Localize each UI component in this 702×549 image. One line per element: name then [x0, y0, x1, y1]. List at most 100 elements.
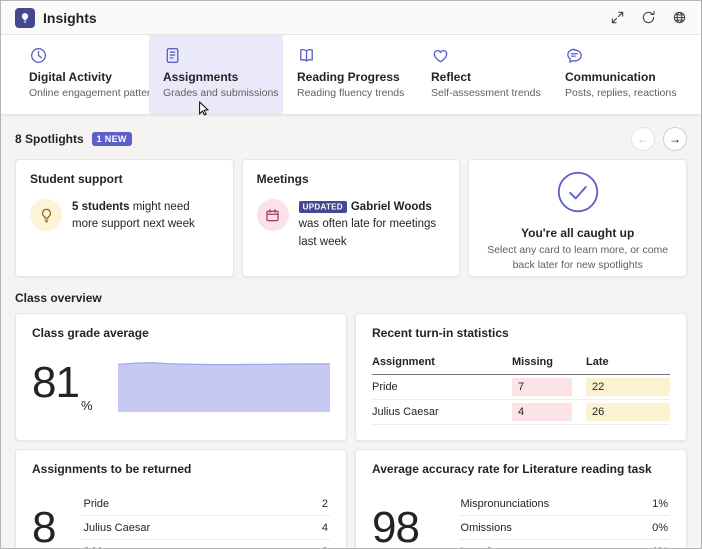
grade-average-value: 81 — [32, 358, 80, 407]
list-item: Pride 2 — [81, 492, 330, 516]
app-header: Insights — [1, 1, 701, 35]
to-be-returned-card[interactable]: Assignments to be returned 8 Pride 2 Jul… — [15, 449, 347, 549]
col-assignment: Assignment — [372, 356, 435, 368]
tab-subtitle: Posts, replies, reactions — [565, 87, 677, 99]
tab-communication[interactable]: Communication Posts, replies, reactions — [551, 35, 685, 114]
table-row: Pride 7 22 — [372, 375, 670, 400]
caught-up-subtitle: Select any card to learn more, or come b… — [487, 244, 669, 272]
highlight-text: Gabriel Woods — [350, 201, 432, 213]
heart-icon — [431, 46, 537, 65]
accuracy-rate-card[interactable]: Average accuracy rate for Literature rea… — [355, 449, 687, 549]
new-badge: 1 NEW — [91, 132, 132, 146]
card-title: Class grade average — [32, 326, 149, 340]
card-text: 5 students might need more support next … — [72, 199, 219, 234]
insights-window: Insights Digital Activity Online engagem… — [0, 0, 702, 549]
calendar-icon — [266, 208, 279, 221]
spotlight-card-caught-up[interactable]: You're all caught up Select any card to … — [468, 159, 688, 277]
table-header: Assignment Missing Late — [372, 350, 670, 375]
card-title: Recent turn-in statistics — [372, 326, 509, 340]
grade-average-card[interactable]: Class grade average 81 % — [15, 313, 347, 441]
item-label: Pride — [83, 497, 110, 510]
list-item: Julius Caesar 4 — [81, 516, 330, 540]
insights-app-icon — [15, 7, 35, 28]
overview-grid: Class grade average 81 % Recent turn-in … — [15, 313, 687, 549]
accuracy-list: Mispronunciations 1% Omissions 0% Insert… — [458, 492, 670, 549]
tab-label: Reading Progress — [297, 70, 400, 84]
caught-up-title: You're all caught up — [521, 226, 635, 240]
item-label: Insertions — [461, 546, 509, 549]
card-text: UPDATED Gabriel Woods was often late for … — [298, 199, 446, 251]
assignment-name: Julius Caesar — [372, 406, 439, 418]
item-label: 2 More — [83, 546, 117, 549]
assignment-name: Pride — [372, 381, 398, 393]
tab-label: Reflect — [431, 70, 472, 84]
item-value: 4 — [321, 521, 328, 534]
turn-in-stats-card[interactable]: Recent turn-in statistics Assignment Mis… — [355, 313, 687, 441]
tab-digital-activity[interactable]: Digital Activity Online engagement patte… — [15, 35, 162, 114]
next-arrow-icon[interactable]: → — [663, 127, 687, 151]
turn-in-table: Assignment Missing Late Pride 7 22 Juliu… — [372, 350, 670, 425]
missing-count: 4 — [512, 403, 572, 421]
item-value: 2 — [322, 546, 328, 549]
tab-reflect[interactable]: Reflect Self-assessment trends — [417, 35, 551, 114]
item-value: 0% — [652, 521, 668, 534]
notebook-icon — [163, 46, 269, 65]
item-label: Julius Caesar — [83, 521, 151, 534]
late-count: 26 — [586, 403, 670, 421]
card-body: 81 % — [32, 344, 330, 422]
list-item: 2 More 2 — [81, 540, 330, 549]
tab-subtitle: Grades and submissions — [163, 87, 279, 99]
list-item: Mispronunciations 1% — [458, 492, 670, 516]
spotlight-card-meetings[interactable]: Meetings UPDATED Gabriel Woods was often … — [241, 159, 461, 277]
tab-subtitle: Online engagement patterns — [29, 87, 162, 99]
late-count: 22 — [586, 378, 670, 396]
tab-label: Assignments — [163, 70, 239, 84]
tab-label: Digital Activity — [29, 70, 112, 84]
tab-reading-progress[interactable]: Reading Progress Reading fluency trends — [283, 35, 417, 114]
tab-label: Communication — [565, 70, 656, 84]
card-body: UPDATED Gabriel Woods was often late for … — [256, 199, 446, 251]
prev-arrow-icon[interactable]: ← — [631, 127, 655, 151]
to-be-returned-list: Pride 2 Julius Caesar 4 2 More 2 — [81, 492, 330, 549]
list-item: Omissions 0% — [458, 516, 670, 540]
card-title: Meetings — [256, 172, 309, 186]
card-title: Assignments to be returned — [32, 462, 192, 476]
item-label: Omissions — [460, 521, 512, 534]
spotlight-cards: Student support 5 students might need mo… — [15, 159, 688, 277]
table-row: Julius Caesar 4 26 — [372, 400, 670, 425]
card-title: Average accuracy rate for Literature rea… — [372, 462, 652, 476]
page-title: Insights — [43, 9, 97, 26]
item-value: 1% — [652, 546, 668, 549]
tab-assignments[interactable]: Assignments Grades and submissions — [149, 35, 283, 114]
clock-icon — [29, 46, 135, 65]
globe-icon[interactable] — [671, 10, 687, 26]
lightbulb-icon — [41, 208, 51, 222]
col-missing: Missing — [512, 356, 553, 368]
col-late: Late — [586, 356, 609, 368]
card-body: 8 Pride 2 Julius Caesar 4 2 More 2 — [32, 480, 330, 549]
rest-text: was often late for meetings last week — [298, 218, 437, 248]
spotlights-nav: ← → — [631, 127, 687, 151]
expand-icon[interactable] — [609, 10, 625, 26]
updated-badge: UPDATED — [298, 200, 347, 213]
open-book-icon — [297, 46, 403, 65]
card-body: 98 % Mispronunciations 1% Omissions 0% I… — [372, 480, 670, 549]
check-circle-icon — [556, 170, 600, 219]
spotlight-card-student-support[interactable]: Student support 5 students might need mo… — [15, 159, 234, 277]
grade-trend-area-chart — [118, 362, 330, 412]
support-icon-circle — [30, 199, 62, 231]
meetings-icon-circle — [256, 199, 289, 231]
list-item: Insertions 1% — [459, 540, 670, 549]
item-label: Mispronunciations — [460, 497, 550, 510]
insights-tabs: Digital Activity Online engagement patte… — [1, 35, 701, 115]
spotlights-title: 8 Spotlights — [15, 132, 84, 146]
refresh-icon[interactable] — [640, 10, 656, 26]
to-be-returned-value: 8 — [32, 503, 57, 549]
card-title: Student support — [30, 172, 123, 186]
class-overview-title: Class overview — [15, 291, 102, 305]
highlight-text: 5 students — [72, 201, 130, 213]
spotlights-header: 8 Spotlights 1 NEW ← → — [15, 127, 687, 151]
grade-average-unit: % — [80, 398, 93, 413]
tab-subtitle: Self-assessment trends — [431, 87, 541, 99]
missing-count: 7 — [512, 378, 572, 396]
